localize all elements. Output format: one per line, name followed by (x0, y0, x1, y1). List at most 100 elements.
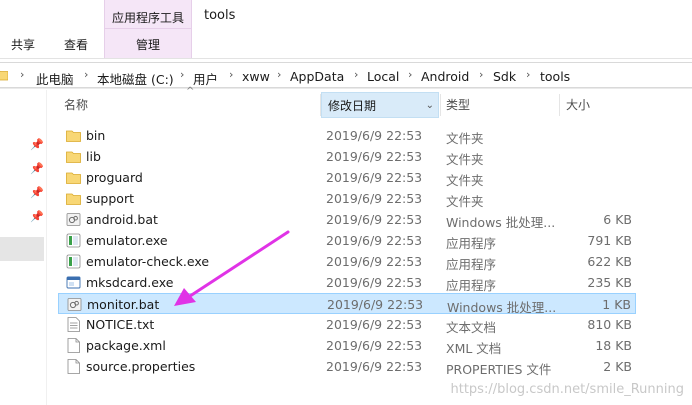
crumb-users[interactable]: 用户 (193, 69, 218, 88)
file-type: PROPERTIES 文件 (446, 362, 552, 377)
chevron-right-icon: › (408, 68, 413, 81)
window-exe-icon (66, 276, 81, 289)
file-type: 文本文档 (446, 320, 497, 335)
navigation-pane[interactable]: 📌 📌 📌 📌 (0, 90, 47, 405)
file-row[interactable]: package.xml 2019/6/9 22:53 XML 文档 18 KB (58, 335, 636, 356)
file-row[interactable]: emulator-check.exe 2019/6/9 22:53 应用程序 622 … (58, 251, 636, 272)
watermark: https://blog.csdn.net/smile_Running (450, 382, 685, 397)
folder-icon (66, 151, 81, 163)
chevron-right-icon: › (479, 68, 484, 81)
folder-icon (66, 193, 81, 205)
file-name: proguard (86, 170, 143, 185)
file-row[interactable]: proguard 2019/6/9 22:53 文件夹 (58, 167, 636, 188)
file-type: 文件夹 (446, 152, 484, 167)
column-size[interactable]: 大小 (560, 92, 636, 118)
crumb-local-disk[interactable]: 本地磁盘 (C:) (97, 69, 174, 88)
file-name: NOTICE.txt (86, 317, 155, 332)
chevron-down-icon[interactable]: ⌄ (426, 93, 434, 119)
file-row[interactable]: emulator.exe 2019/6/9 22:53 应用程序 791 KB (58, 230, 636, 251)
file-date: 2019/6/9 22:53 (326, 233, 423, 248)
crumb-tools[interactable]: tools (540, 69, 570, 84)
file-row[interactable]: bin 2019/6/9 22:53 文件夹 (58, 125, 636, 146)
context-group-title: 应用程序工具 (111, 11, 184, 25)
chevron-right-icon: › (84, 68, 89, 81)
crumb-this-pc[interactable]: 此电脑 (36, 69, 74, 88)
pin-icon[interactable]: 📌 (30, 162, 44, 175)
batch-file-icon (67, 298, 82, 311)
file-row[interactable]: android.bat 2019/6/9 22:53 Windows 批处理... 6… (58, 209, 636, 230)
tab-manage[interactable]: 管理 (105, 36, 191, 53)
file-type: 文件夹 (446, 173, 484, 188)
file-row[interactable]: source.properties 2019/6/9 22:53 PROPERTIE… (58, 356, 636, 377)
file-name: lib (86, 149, 101, 164)
file-date: 2019/6/9 22:53 (326, 191, 423, 206)
window-title: tools (204, 8, 236, 23)
column-type[interactable]: 类型 (440, 92, 558, 118)
file-size: 622 KB (587, 254, 632, 269)
crumb-local[interactable]: Local (367, 69, 399, 84)
file-date: 2019/6/9 22:53 (326, 275, 423, 290)
annotation-arrow (174, 230, 290, 306)
file-type: 应用程序 (446, 257, 497, 272)
file-date: 2019/6/9 22:53 (326, 212, 423, 227)
file-date: 2019/6/9 22:53 (326, 128, 423, 143)
file-type: 应用程序 (446, 236, 497, 251)
folder-icon (66, 130, 81, 142)
file-date: 2019/6/9 22:53 (326, 359, 423, 374)
breadcrumb[interactable]: › 此电脑 › 本地磁盘 (C:) › 用户 › xww › AppData ›… (0, 62, 692, 88)
text-file-icon (67, 317, 80, 332)
tab-share[interactable]: 共享 (11, 36, 35, 53)
ribbon: 共享 查看 应用程序工具 管理 tools (0, 0, 692, 59)
file-type: 文件夹 (446, 194, 484, 209)
chevron-right-icon: › (20, 68, 25, 81)
file-row[interactable]: lib 2019/6/9 22:53 文件夹 (58, 146, 636, 167)
column-date-label: 修改日期 (328, 99, 377, 113)
blank-file-icon (67, 338, 80, 353)
file-row[interactable]: mksdcard.exe 2019/6/9 22:53 应用程序 235 KB (58, 272, 636, 293)
folder-icon (66, 172, 81, 184)
address-bar[interactable]: › 此电脑 › 本地磁盘 (C:) › 用户 › xww › AppData ›… (0, 60, 692, 89)
file-name: source.properties (86, 359, 196, 374)
tab-view[interactable]: 查看 (64, 36, 88, 53)
chevron-right-icon: › (277, 68, 282, 81)
file-size: 1 KB (602, 297, 631, 312)
pin-icon[interactable]: 📌 (30, 138, 44, 151)
file-type: XML 文档 (446, 341, 502, 356)
file-date: 2019/6/9 22:53 (326, 170, 423, 185)
crumb-android[interactable]: Android (421, 69, 469, 84)
divider (105, 28, 191, 29)
file-row[interactable]: support 2019/6/9 22:53 文件夹 (58, 188, 636, 209)
file-size: 2 KB (603, 359, 632, 374)
pin-icon[interactable]: 📌 (30, 210, 44, 223)
file-size: 235 KB (587, 275, 632, 290)
file-row[interactable]: NOTICE.txt 2019/6/9 22:53 文本文档 810 KB (58, 314, 636, 335)
file-row[interactable]: monitor.bat 2019/6/9 22:53 Windows 批处理... 1… (58, 293, 636, 315)
chevron-right-icon: › (354, 68, 359, 81)
batch-file-icon (66, 213, 81, 226)
column-name[interactable]: 名称 (58, 92, 318, 118)
file-size: 810 KB (587, 317, 632, 332)
file-name: support (86, 191, 134, 206)
file-date: 2019/6/9 22:53 (326, 338, 423, 353)
file-name: monitor.bat (87, 297, 160, 312)
chevron-right-icon: › (229, 68, 234, 81)
file-name: android.bat (86, 212, 158, 227)
file-date: 2019/6/9 22:53 (326, 317, 423, 332)
column-date[interactable]: 修改日期 ⌄ (321, 92, 439, 118)
folder-icon (0, 70, 8, 81)
crumb-sdk[interactable]: Sdk (493, 69, 516, 84)
file-size: 18 KB (595, 338, 632, 353)
app-exe-icon (66, 233, 81, 248)
chevron-right-icon: › (180, 68, 185, 81)
crumb-xww[interactable]: xww (242, 69, 270, 84)
file-name: package.xml (86, 338, 166, 353)
crumb-appdata[interactable]: AppData (290, 69, 344, 84)
file-name: bin (86, 128, 106, 143)
file-date: 2019/6/9 22:53 (327, 297, 424, 312)
pin-icon[interactable]: 📌 (30, 186, 44, 199)
chevron-right-icon: › (526, 68, 531, 81)
column-header: ^ 名称 修改日期 ⌄ 类型 大小 (46, 86, 646, 118)
file-date: 2019/6/9 22:53 (326, 254, 423, 269)
blank-file-icon (67, 359, 80, 374)
nav-selected-item[interactable] (0, 237, 44, 261)
